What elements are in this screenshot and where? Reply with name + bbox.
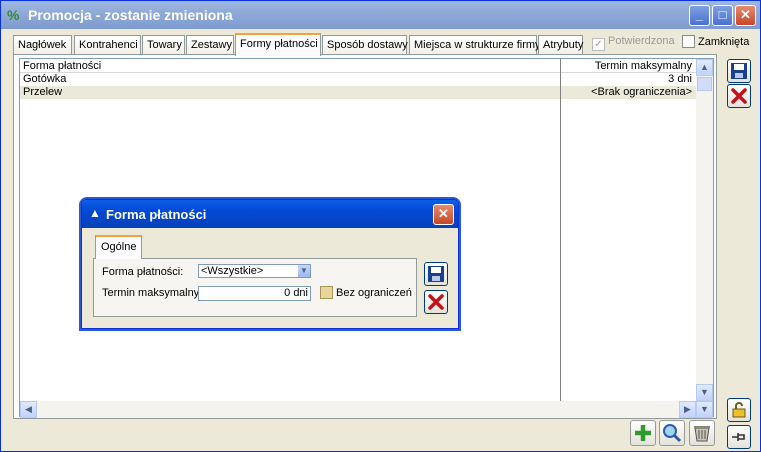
dialog-save-button[interactable] bbox=[424, 262, 448, 286]
column-separator bbox=[560, 59, 561, 401]
cancel-button[interactable] bbox=[727, 84, 751, 108]
term-input[interactable]: 0 dni bbox=[198, 286, 311, 301]
scroll-right-icon[interactable]: ▶ bbox=[679, 401, 696, 418]
scroll-left-icon[interactable]: ◀ bbox=[20, 401, 37, 418]
no-limit-label: Bez ograniczeń bbox=[336, 287, 412, 299]
cell-payment: Przelew bbox=[23, 86, 63, 98]
title-bar[interactable]: % Promocja - zostanie zmieniona _ □ ✕ bbox=[1, 1, 760, 29]
pin-icon bbox=[732, 433, 745, 441]
scroll-thumb[interactable] bbox=[697, 77, 712, 91]
cancel-icon bbox=[731, 88, 747, 104]
lock-icon bbox=[732, 402, 746, 418]
delete-basket-icon bbox=[694, 426, 710, 442]
payment-dialog: ▲ Forma płatności ✕ Ogólne Forma płatnoś… bbox=[81, 199, 459, 329]
tab-towary[interactable]: Towary bbox=[142, 35, 185, 55]
confirmed-checkbox: ✓ Potwierdzona bbox=[592, 35, 675, 51]
tab-formy-platnosci[interactable]: Formy płatności bbox=[235, 33, 321, 56]
window-title: Promocja - zostanie zmieniona bbox=[28, 7, 233, 23]
grid-header: Forma płatności Termin maksymalny bbox=[20, 59, 696, 73]
dialog-panel: Forma płatności: <Wszystkie> ▼ Termin ma… bbox=[93, 258, 417, 317]
tab-naglowek[interactable]: Nagłówek bbox=[13, 35, 72, 55]
lock-button[interactable] bbox=[727, 398, 751, 422]
maximize-button[interactable]: □ bbox=[712, 5, 733, 26]
save-button[interactable] bbox=[727, 59, 751, 83]
closed-check-box[interactable] bbox=[682, 35, 695, 48]
save-icon bbox=[428, 266, 444, 282]
cancel-icon bbox=[428, 294, 444, 310]
term-label: Termin maksymalny: bbox=[102, 287, 203, 299]
vertical-scrollbar[interactable]: ▲ ▼ bbox=[696, 59, 713, 401]
scroll-down-icon[interactable]: ▼ bbox=[696, 384, 713, 401]
table-row[interactable]: Gotówka 3 dni bbox=[20, 73, 696, 86]
payment-label: Forma płatności: bbox=[102, 266, 184, 278]
confirmed-label: Potwierdzona bbox=[608, 35, 675, 47]
payment-select[interactable]: <Wszystkie> ▼ bbox=[198, 264, 311, 278]
table-row[interactable]: Przelew <Brak ograniczenia> bbox=[20, 86, 696, 99]
cell-payment: Gotówka bbox=[23, 73, 67, 85]
dialog-title: Forma płatności bbox=[106, 207, 207, 222]
no-limit-check-box[interactable] bbox=[320, 286, 333, 299]
save-icon bbox=[731, 63, 747, 79]
tab-ogolne[interactable]: Ogólne bbox=[95, 235, 143, 259]
tab-sposob-dostawy[interactable]: Sposób dostawy bbox=[322, 35, 408, 55]
pin-button[interactable] bbox=[727, 425, 751, 449]
closed-label: Zamknięta bbox=[698, 36, 750, 48]
close-button[interactable]: ✕ bbox=[735, 5, 756, 26]
no-limit-checkbox[interactable]: Bez ograniczeń bbox=[320, 286, 412, 299]
closed-checkbox[interactable]: Zamknięta bbox=[682, 35, 749, 48]
percent-icon: % bbox=[7, 7, 20, 23]
dialog-cancel-button[interactable] bbox=[424, 290, 448, 314]
cell-term: 3 dni bbox=[668, 73, 692, 85]
tab-atrybuty[interactable]: Atrybuty bbox=[538, 35, 583, 55]
dialog-title-bar[interactable]: ▲ Forma płatności ✕ bbox=[82, 200, 458, 228]
confirmed-check-box: ✓ bbox=[592, 38, 605, 51]
app-icon: ▲ bbox=[89, 206, 101, 220]
add-icon bbox=[635, 425, 651, 441]
delete-button[interactable] bbox=[689, 420, 715, 446]
chevron-down-icon[interactable]: ▼ bbox=[298, 265, 310, 277]
column-header-payment[interactable]: Forma płatności bbox=[23, 60, 101, 72]
cell-term: <Brak ograniczenia> bbox=[591, 86, 692, 98]
tab-zestawy[interactable]: Zestawy bbox=[186, 35, 234, 55]
payment-select-value: <Wszystkie> bbox=[201, 265, 264, 277]
tab-kontrahenci[interactable]: Kontrahenci bbox=[74, 35, 141, 55]
scroll-up-icon[interactable]: ▲ bbox=[696, 59, 713, 76]
search-button[interactable] bbox=[659, 420, 685, 446]
horizontal-scrollbar[interactable]: ◀ ▶ bbox=[20, 401, 696, 418]
add-button[interactable] bbox=[630, 420, 656, 446]
tab-miejsca-w-strukturze[interactable]: Miejsca w strukturze firmy bbox=[409, 35, 541, 55]
scroll-corner-down-icon[interactable]: ▼ bbox=[696, 401, 713, 418]
dialog-close-button[interactable]: ✕ bbox=[433, 204, 454, 225]
minimize-button[interactable]: _ bbox=[689, 5, 710, 26]
column-header-term[interactable]: Termin maksymalny bbox=[595, 60, 692, 72]
search-icon bbox=[663, 424, 682, 443]
